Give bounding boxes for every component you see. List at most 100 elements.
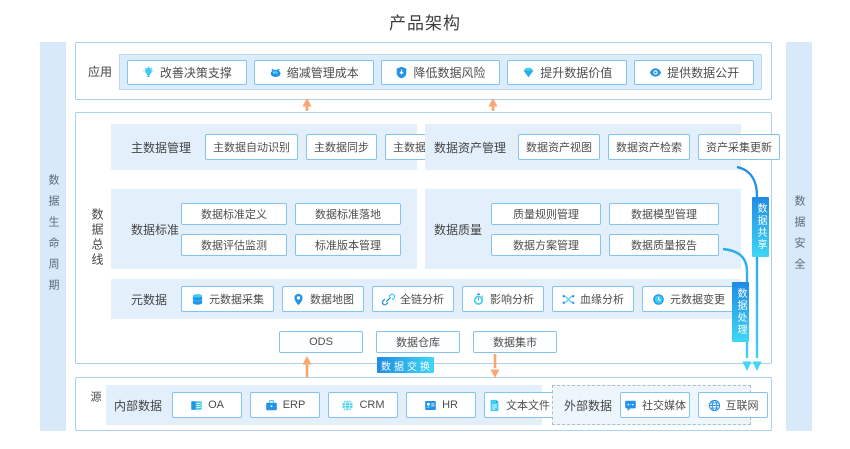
- chip-label: 数据集市: [493, 334, 537, 350]
- lineage-icon: [562, 293, 575, 306]
- clock-icon: [652, 293, 665, 306]
- lightbulb-icon: [142, 66, 155, 79]
- chip-label: 数据方案管理: [513, 237, 579, 253]
- eye-icon: [649, 66, 662, 79]
- chip-label: 质量规则管理: [513, 206, 579, 222]
- crm-icon: [341, 399, 354, 412]
- improve-decision-support-button[interactable]: 改善决策支撑: [127, 60, 247, 85]
- chip-label: 数据模型管理: [631, 206, 697, 222]
- internet-button[interactable]: 互联网: [698, 392, 768, 418]
- data-standard-label: 数据标准: [111, 221, 181, 238]
- data-quality-buttons: 质量规则管理 数据模型管理数据方案管理 数据质量报告: [491, 203, 719, 256]
- full-chain-analysis-button[interactable]: 全链分析: [372, 286, 454, 312]
- chip-label: 降低数据风险: [413, 64, 485, 81]
- oa-button[interactable]: OA: [172, 392, 242, 418]
- metadata-buttons: 元数据采集 数据地图全链分析 影响分析 血缘分析 元数据变更: [181, 286, 735, 312]
- data-asset-view-button[interactable]: 数据资产视图: [518, 134, 600, 160]
- lineage-analysis-button[interactable]: 血缘分析: [552, 286, 634, 312]
- chip-label: 数据资产视图: [526, 139, 592, 155]
- data-asset-search-button[interactable]: 数据资产检索: [608, 134, 690, 160]
- page-title: 产品架构: [0, 9, 850, 34]
- data-evaluation-monitor-button[interactable]: 数据评估监测: [181, 234, 287, 256]
- chip-label: 影响分析: [490, 291, 534, 307]
- erp-button[interactable]: ERP: [250, 392, 320, 418]
- internal-data-buttons: OA ERP CRM HR 文本文件: [172, 392, 554, 418]
- data-quality-report-button[interactable]: 数据质量报告: [609, 234, 719, 256]
- data-share-badge: 数据共享: [752, 197, 769, 257]
- data-share-badge-label: 数据共享: [753, 203, 768, 251]
- master-data-buttons: 主数据自动识别主数据同步主数据检索: [205, 134, 456, 160]
- chip-label: 血缘分析: [580, 291, 624, 307]
- reduce-management-cost-button[interactable]: 缩减管理成本: [254, 60, 374, 85]
- chip-label: 元数据变更: [670, 291, 725, 307]
- data-bus-section-label: 数据总线: [89, 208, 106, 268]
- chip-label: 互联网: [726, 397, 759, 413]
- chip-label: 提供数据公开: [667, 64, 739, 81]
- chip-label: 数据资产检索: [616, 139, 682, 155]
- master-data-label: 主数据管理: [111, 139, 205, 156]
- asset-collect-update-button[interactable]: 资产采集更新: [698, 134, 780, 160]
- master-data-auto-identify-button[interactable]: 主数据自动识别: [205, 134, 298, 160]
- chip-label: HR: [442, 399, 458, 411]
- application-button-strip: 改善决策支撑 缩减管理成本 降低数据风险 提升数据价值 提供数据公开: [119, 54, 762, 90]
- data-security-label: 数据安全: [791, 195, 807, 279]
- external-data-panel: 外部数据 社交媒体互联网: [552, 385, 751, 425]
- data-process-badge: 数据处理: [732, 282, 749, 342]
- chip-label: OA: [208, 399, 224, 411]
- data-lifecycle-label: 数据生命周期: [45, 174, 61, 300]
- data-quality-label: 数据质量: [425, 221, 491, 238]
- data-mart-button[interactable]: 数据集市: [473, 331, 557, 353]
- data-model-button[interactable]: 数据模型管理: [609, 203, 719, 225]
- chip-label: 资产采集更新: [706, 139, 772, 155]
- external-data-label: 外部数据: [553, 397, 620, 414]
- data-map-button[interactable]: 数据地图: [282, 286, 364, 312]
- external-data-buttons: 社交媒体 互联网: [620, 392, 768, 418]
- oa-icon: [190, 399, 203, 412]
- text-file-button[interactable]: 文本文件: [484, 392, 554, 418]
- chip-label: 数据标准落地: [315, 206, 381, 222]
- data-plan-button[interactable]: 数据方案管理: [491, 234, 601, 256]
- metadata-panel: 元数据 元数据采集数据地图全链分析影响分析血缘分析元数据变更: [111, 279, 741, 319]
- standard-landing-button[interactable]: 数据标准落地: [295, 203, 401, 225]
- link-icon: [382, 293, 395, 306]
- social-media-button[interactable]: 社交媒体: [620, 392, 690, 418]
- hr-button[interactable]: HR: [406, 392, 476, 418]
- data-lifecycle-bar: 数据生命周期: [40, 42, 66, 431]
- piggy-bank-icon: [269, 66, 282, 79]
- erp-icon: [265, 399, 278, 412]
- chip-label: 改善决策支撑: [160, 64, 232, 81]
- chip-label: 数据质量报告: [631, 237, 697, 253]
- master-data-sync-button[interactable]: 主数据同步: [306, 134, 377, 160]
- impact-analysis-button[interactable]: 影响分析: [462, 286, 544, 312]
- data-bus-section: 数据总线 主数据管理 主数据自动识别主数据同步主数据检索 数据资产管理 数据资产…: [75, 112, 772, 364]
- map-marker-icon: [292, 293, 305, 306]
- data-process-badge-label: 数据处理: [733, 288, 748, 336]
- chip-label: 主数据同步: [314, 139, 369, 155]
- data-source-section: 数据源 内部数据 OAERPCRMHR文本文件 外部数据 社交媒体互联网: [75, 377, 772, 431]
- chip-label: ERP: [283, 399, 306, 411]
- reduce-data-risk-button[interactable]: 降低数据风险: [381, 60, 501, 85]
- crm-button[interactable]: CRM: [328, 392, 398, 418]
- chip-label: 缩减管理成本: [287, 64, 359, 81]
- chip-label: CRM: [359, 399, 384, 411]
- data-quality-panel: 数据质量 质量规则管理 数据模型管理数据方案管理 数据质量报告: [425, 189, 741, 269]
- metadata-change-button[interactable]: 元数据变更: [642, 286, 735, 312]
- ods-button[interactable]: ODS: [279, 331, 363, 353]
- increase-data-value-button[interactable]: 提升数据价值: [507, 60, 627, 85]
- internet-icon: [708, 399, 721, 412]
- metadata-collect-button[interactable]: 元数据采集: [181, 286, 274, 312]
- shield-icon: [395, 66, 408, 79]
- chip-label: 社交媒体: [642, 397, 686, 413]
- data-warehouse-button[interactable]: 数据仓库: [376, 331, 460, 353]
- internal-data-label: 内部数据: [106, 397, 172, 414]
- product-architecture-diagram: 产品架构 数据生命周期 数据安全 应用 改善决策支撑缩减管理成本降低数据风险提升…: [0, 0, 850, 449]
- data-standard-panel: 数据标准 数据标准定义 数据标准落地数据评估监测标准版本管理: [111, 189, 417, 269]
- quality-rule-button[interactable]: 质量规则管理: [491, 203, 601, 225]
- standard-definition-button[interactable]: 数据标准定义: [181, 203, 287, 225]
- storage-row: ODS 数据仓库 数据集市: [279, 331, 557, 353]
- provide-open-data-button[interactable]: 提供数据公开: [634, 60, 754, 85]
- internal-data-panel: 内部数据 OAERPCRMHR文本文件: [106, 385, 542, 425]
- chip-label: 元数据采集: [209, 291, 264, 307]
- stopwatch-icon: [472, 293, 485, 306]
- standard-version-button[interactable]: 标准版本管理: [295, 234, 401, 256]
